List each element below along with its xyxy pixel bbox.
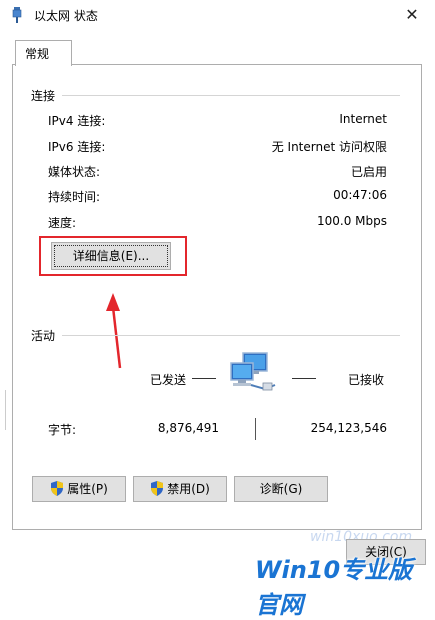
bytes-received: 254,123,546	[310, 421, 387, 435]
ipv4-label: IPv4 连接:	[48, 114, 106, 128]
annotation-arrow	[106, 293, 122, 369]
sent-dash	[192, 378, 216, 379]
duration-label: 持续时间:	[48, 190, 101, 204]
disable-button-label: 禁用(D)	[167, 482, 210, 496]
sent-label: 已发送	[150, 373, 187, 387]
activity-section-label: 活动	[31, 329, 56, 343]
bytes-sent: 8,876,491	[157, 421, 219, 435]
ipv4-value: Internet	[339, 112, 387, 126]
tab-general[interactable]: 常规	[15, 40, 72, 66]
connection-separator	[62, 95, 400, 96]
media-status-value: 已启用	[350, 165, 387, 179]
shield-icon	[51, 481, 64, 496]
tab-general-label: 常规	[25, 47, 50, 61]
bytes-divider	[255, 418, 256, 440]
connection-section-label: 连接	[31, 89, 56, 103]
properties-button-label: 属性(P)	[67, 482, 108, 496]
ipv6-label: IPv6 连接:	[48, 140, 106, 154]
window-title: 以太网 状态	[34, 9, 98, 23]
disable-button[interactable]: 禁用(D)	[133, 476, 227, 502]
highlight-box	[39, 236, 187, 276]
shield-icon	[151, 481, 164, 496]
diagnose-button[interactable]: 诊断(G)	[234, 476, 328, 502]
speed-value: 100.0 Mbps	[316, 214, 387, 228]
speed-label: 速度:	[48, 216, 77, 230]
activity-separator	[62, 335, 400, 336]
window-edge	[0, 390, 6, 430]
watermark-logo: Win10专业版官网	[255, 556, 413, 619]
general-panel	[12, 64, 422, 530]
diagnose-button-label: 诊断(G)	[259, 482, 303, 496]
ethernet-icon	[12, 7, 22, 23]
title-bar: 以太网 状态 ✕	[0, 0, 435, 30]
close-icon[interactable]: ✕	[395, 3, 429, 27]
ipv6-value: 无 Internet 访问权限	[271, 140, 387, 154]
bytes-label: 字节:	[48, 423, 77, 437]
received-dash	[292, 378, 316, 379]
properties-button[interactable]: 属性(P)	[32, 476, 126, 502]
network-computers-icon	[230, 352, 276, 391]
received-label: 已接收	[348, 373, 385, 387]
media-status-label: 媒体状态:	[48, 165, 101, 179]
duration-value: 00:47:06	[333, 188, 387, 202]
